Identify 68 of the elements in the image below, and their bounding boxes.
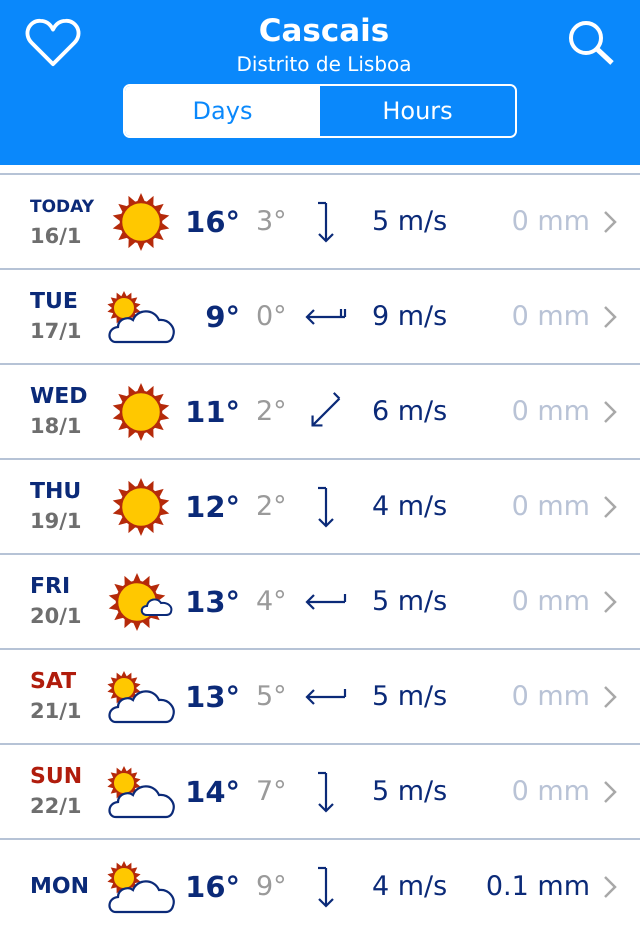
high-temperature: 16° (185, 204, 240, 238)
precipitation: 0 mm (512, 681, 590, 712)
precipitation: 0 mm (512, 586, 590, 617)
city-title: Cascais (258, 12, 390, 50)
low-temperature: 0° (255, 301, 288, 332)
date-label: 22/1 (30, 792, 83, 820)
day-label: TUE (30, 288, 79, 316)
chevron-icon (603, 304, 617, 328)
date-label: 20/1 (30, 602, 83, 630)
precipitation: 0 mm (512, 301, 590, 332)
wind-speed: 5 m/s (371, 206, 448, 237)
day-label: WED (30, 382, 89, 410)
high-temperature: 9° (205, 300, 240, 334)
low-temperature: 3° (255, 206, 288, 237)
high-temperature: 13° (185, 584, 240, 618)
chevron-icon (603, 590, 617, 614)
view-tab[interactable]: Days (125, 86, 320, 136)
precipitation: 0 mm (512, 491, 590, 522)
heart-icon[interactable] (24, 18, 82, 68)
forecast-row[interactable]: MON 16° 9° 4 m/s 0.1 mm (0, 840, 640, 926)
high-temperature: 14° (185, 774, 240, 808)
day-label: SAT (30, 668, 78, 696)
chevron-icon (603, 684, 617, 708)
chevron-icon (603, 210, 617, 234)
low-temperature: 2° (255, 396, 288, 427)
day-label: SUN (30, 762, 84, 790)
high-temperature: 12° (185, 490, 240, 524)
precipitation: 0 mm (512, 206, 590, 237)
date-label: 18/1 (30, 412, 83, 440)
low-temperature: 4° (255, 586, 288, 617)
precipitation: 0 mm (512, 396, 590, 427)
wind-speed: 4 m/s (371, 491, 448, 522)
day-label: THU (30, 478, 82, 506)
date-label: 17/1 (30, 318, 83, 344)
low-temperature: 9° (255, 871, 288, 902)
low-temperature: 7° (255, 776, 288, 807)
forecast-row[interactable]: SAT 21/1 13° 5° 5 m/s 0 mm (0, 650, 640, 745)
wind-speed: 5 m/s (371, 681, 448, 712)
chevron-icon (603, 874, 617, 898)
forecast-row[interactable]: WED 18/1 11° 2° 6 m/s 0 mm (0, 365, 640, 460)
forecast-row[interactable]: FRI 20/1 13° 4° 5 m/s 0 mm (0, 555, 640, 650)
date-label: 19/1 (30, 508, 83, 534)
date-label: 16/1 (30, 222, 83, 250)
forecast-row[interactable]: SUN 22/1 14° 7° 5 m/s 0 mm (0, 745, 640, 840)
high-temperature: 13° (185, 680, 240, 714)
chevron-icon (603, 494, 617, 518)
forecast-row[interactable]: TUE 17/1 9° 0° 9 m/s 0 mm (0, 270, 640, 365)
precipitation: 0 mm (512, 776, 590, 807)
high-temperature: 11° (185, 394, 240, 428)
wind-speed: 9 m/s (371, 301, 448, 332)
day-label: FRI (30, 572, 72, 600)
wind-speed: 5 m/s (371, 586, 448, 617)
day-label: MON (30, 872, 90, 900)
wind-speed: 4 m/s (371, 871, 448, 902)
high-temperature: 16° (185, 870, 240, 904)
low-temperature: 2° (255, 491, 288, 522)
sun-cloud-icon (107, 572, 175, 632)
chevron-icon (603, 400, 617, 424)
wind-speed: 5 m/s (371, 776, 448, 807)
precipitation: 0.1 mm (486, 871, 590, 902)
forecast-row[interactable]: TODAY 16/1 16° 3° 5 m/s 0 mm (0, 175, 640, 270)
region-subtitle: Distrito de Lisboa (236, 51, 412, 78)
wind-speed: 6 m/s (371, 396, 448, 427)
day-label: TODAY (30, 196, 95, 218)
low-temperature: 5° (255, 681, 288, 712)
date-label: 21/1 (30, 698, 83, 724)
forecast-row[interactable]: THU 19/1 12° 2° 4 m/s 0 mm (0, 460, 640, 555)
chevron-icon (603, 780, 617, 804)
